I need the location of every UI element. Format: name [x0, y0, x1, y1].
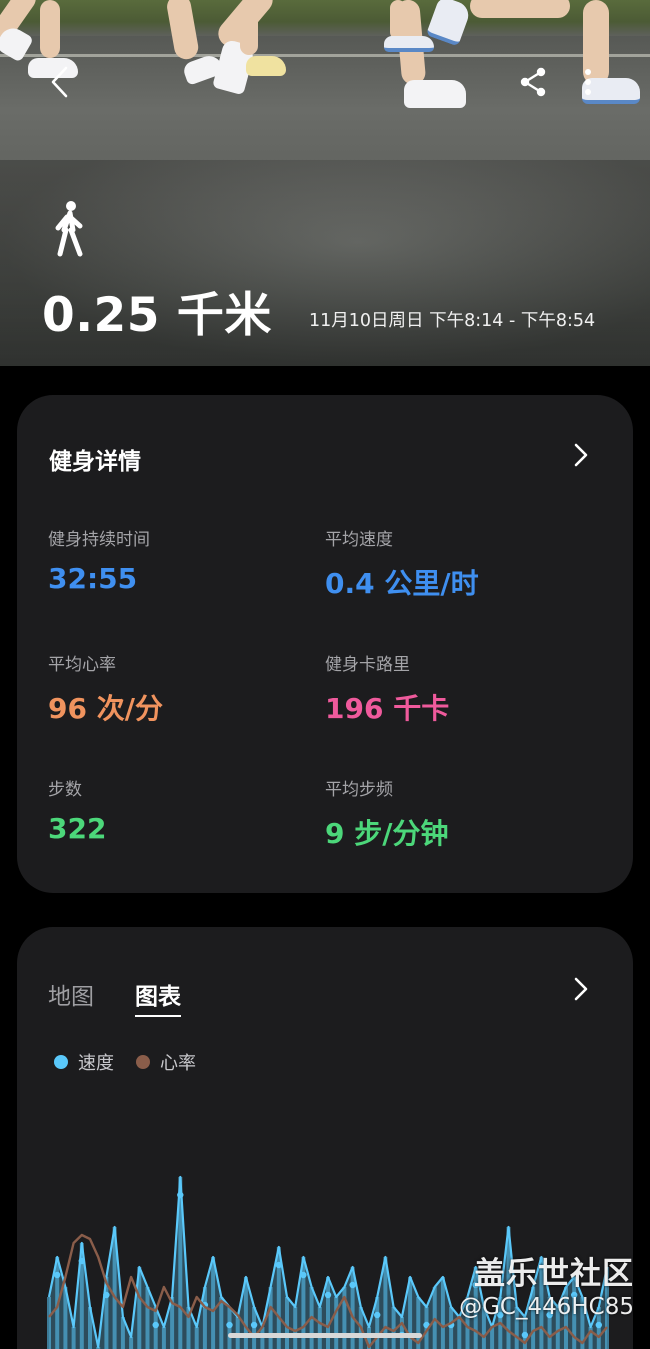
- hero-road-line: [0, 54, 650, 57]
- metric-label: 健身卡路里: [325, 655, 410, 675]
- more-options-button[interactable]: [568, 62, 608, 102]
- speed-bar: [71, 1327, 76, 1349]
- metric-label: 平均步频: [325, 780, 393, 800]
- metric-label: 平均速度: [325, 530, 393, 550]
- runner-shoe: [384, 36, 434, 52]
- speed-bar: [145, 1287, 150, 1349]
- share-icon: [520, 67, 546, 97]
- metric-value: 96 次/分: [48, 692, 163, 725]
- speed-bar: [326, 1277, 330, 1349]
- runner-leg: [470, 0, 570, 18]
- speed-point: [103, 1291, 110, 1299]
- metric-value: 9 步/分钟: [325, 817, 449, 850]
- speed-bar: [47, 1297, 51, 1349]
- speed-bar: [293, 1307, 298, 1349]
- speed-bar: [194, 1327, 199, 1349]
- speed-bar: [440, 1277, 445, 1349]
- runner-shoe: [404, 80, 466, 108]
- details-more-button[interactable]: [567, 441, 595, 469]
- speed-point: [275, 1261, 282, 1269]
- metric-avg-cadence: 平均步频 9 步/分钟: [325, 775, 448, 852]
- metric-label: 健身持续时间: [48, 530, 150, 550]
- runner-leg: [40, 0, 60, 58]
- metric-duration: 健身持续时间 32:55: [48, 525, 150, 595]
- speed-point: [152, 1321, 159, 1329]
- speed-point: [226, 1321, 233, 1329]
- home-indicator[interactable]: [228, 1333, 422, 1338]
- speed-point: [177, 1191, 184, 1199]
- metric-steps: 步数 322: [48, 775, 106, 845]
- runner-shoe: [246, 56, 286, 76]
- metric-value: 322: [48, 812, 107, 845]
- watermark-title: 盖乐世社区: [474, 1256, 634, 1292]
- speed-point: [374, 1311, 381, 1319]
- workout-time-range: 11月10日周日 下午8:14 - 下午8:54: [309, 311, 596, 331]
- speed-bar: [317, 1307, 322, 1349]
- watermark-user: @GC_446HC85: [459, 1294, 634, 1320]
- runner-leg: [390, 0, 406, 40]
- metric-calories: 健身卡路里 196 千卡: [325, 650, 449, 727]
- back-button[interactable]: [40, 62, 80, 102]
- hero-banner: 0.25 千米 11月10日周日 下午8:14 - 下午8:54: [0, 0, 650, 366]
- speed-point: [521, 1331, 529, 1339]
- speed-point: [78, 1257, 85, 1265]
- metric-avg-speed: 平均速度 0.4 公里/时: [325, 525, 479, 602]
- metric-value: 196 千卡: [325, 692, 450, 725]
- speed-bar: [219, 1297, 224, 1349]
- speed-bar: [334, 1297, 339, 1349]
- speed-bar: [161, 1327, 166, 1349]
- chevron-left-icon: [51, 66, 68, 98]
- distance-value: 0.25 千米: [42, 288, 272, 343]
- speed-bar: [457, 1317, 462, 1349]
- details-title: 健身详情: [49, 449, 141, 475]
- runner-leg: [240, 0, 258, 55]
- walking-icon: [55, 201, 83, 257]
- chevron-right-icon: [574, 443, 588, 467]
- speed-bar: [285, 1297, 289, 1349]
- speed-point: [300, 1271, 307, 1279]
- speed-point: [349, 1281, 356, 1289]
- more-vertical-icon: [585, 69, 591, 95]
- speed-point: [250, 1321, 258, 1329]
- metric-label: 步数: [48, 780, 82, 800]
- speed-point: [324, 1291, 332, 1299]
- metric-label: 平均心率: [48, 655, 116, 675]
- speed-point: [595, 1321, 602, 1329]
- metric-value: 32:55: [48, 562, 138, 595]
- workout-details-card: 健身详情 健身持续时间 32:55 平均速度 0.4 公里/时 平均心率 96 …: [17, 395, 633, 893]
- speed-bar: [129, 1337, 134, 1349]
- speed-bar: [211, 1257, 216, 1349]
- share-button[interactable]: [513, 62, 553, 102]
- speed-point: [54, 1271, 61, 1279]
- metric-value: 0.4 公里/时: [325, 567, 479, 600]
- metric-avg-heart-rate: 平均心率 96 次/分: [48, 650, 163, 727]
